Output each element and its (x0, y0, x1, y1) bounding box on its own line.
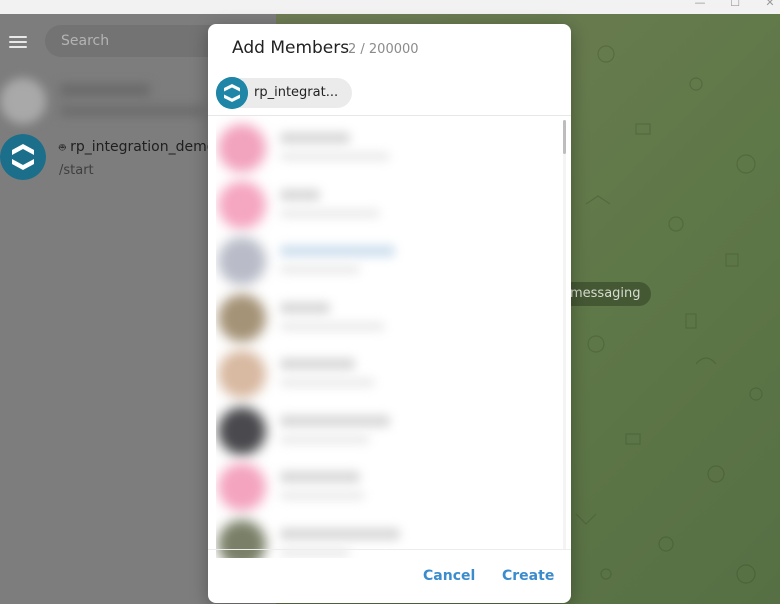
member-count: 2 / 200000 (348, 42, 419, 57)
chip-label: rp_integrat... (254, 85, 339, 100)
avatar (218, 519, 266, 558)
maximize-button[interactable]: ☐ (720, 0, 750, 10)
contact-row[interactable] (216, 455, 496, 512)
contact-row[interactable] (216, 399, 496, 456)
redacted-name (280, 414, 390, 427)
avatar (218, 293, 266, 342)
chat-preview: /start (59, 163, 94, 178)
contact-row[interactable] (216, 173, 496, 230)
selected-member-chip[interactable]: rp_integrat... (216, 77, 353, 109)
cancel-button[interactable]: Cancel (423, 568, 475, 584)
scrollbar-thumb[interactable] (563, 120, 566, 154)
redacted-status (280, 491, 365, 500)
redacted-name (280, 471, 360, 483)
create-button[interactable]: Create (502, 568, 554, 584)
dialog-title: Add Members (232, 38, 350, 58)
redacted-status (280, 321, 385, 331)
close-window-button[interactable]: ✕ (755, 0, 780, 10)
avatar (218, 406, 266, 455)
avatar (0, 78, 46, 124)
avatar (218, 463, 266, 511)
bot-icon: 🤖︎ (59, 141, 66, 154)
avatar (218, 237, 266, 285)
bot-avatar (0, 134, 46, 180)
bot-avatar (216, 77, 248, 109)
redacted-status (280, 152, 390, 161)
contact-row[interactable] (216, 229, 496, 286)
contact-row[interactable] (216, 116, 496, 173)
footer-divider (208, 549, 571, 550)
avatar (218, 180, 266, 229)
redacted-name (280, 132, 350, 144)
redacted-name (280, 245, 395, 257)
contact-row[interactable] (216, 286, 496, 343)
redacted-name (280, 188, 320, 201)
contact-row[interactable] (216, 342, 496, 399)
service-message: messaging (560, 282, 651, 306)
minimize-button[interactable]: — (685, 0, 715, 10)
redacted-status (280, 378, 375, 387)
chat-title: 🤖︎ rp_integration_demo (59, 139, 216, 155)
add-members-dialog: Add Members 2 / 200000 rp_integrat... Ca… (208, 24, 571, 603)
redacted-title (60, 84, 150, 96)
redacted-preview (60, 106, 205, 116)
avatar (218, 350, 266, 398)
scrollbar-track[interactable] (563, 120, 566, 550)
window-titlebar: — ☐ ✕ (0, 0, 780, 14)
redacted-name (280, 358, 355, 370)
redacted-status (280, 208, 380, 218)
contact-row[interactable] (216, 512, 496, 558)
avatar (218, 124, 266, 172)
menu-icon[interactable] (9, 36, 27, 48)
redacted-name (280, 301, 330, 314)
contact-list[interactable] (216, 116, 496, 558)
redacted-status (280, 434, 370, 444)
redacted-name (280, 527, 400, 540)
redacted-status (280, 265, 360, 274)
